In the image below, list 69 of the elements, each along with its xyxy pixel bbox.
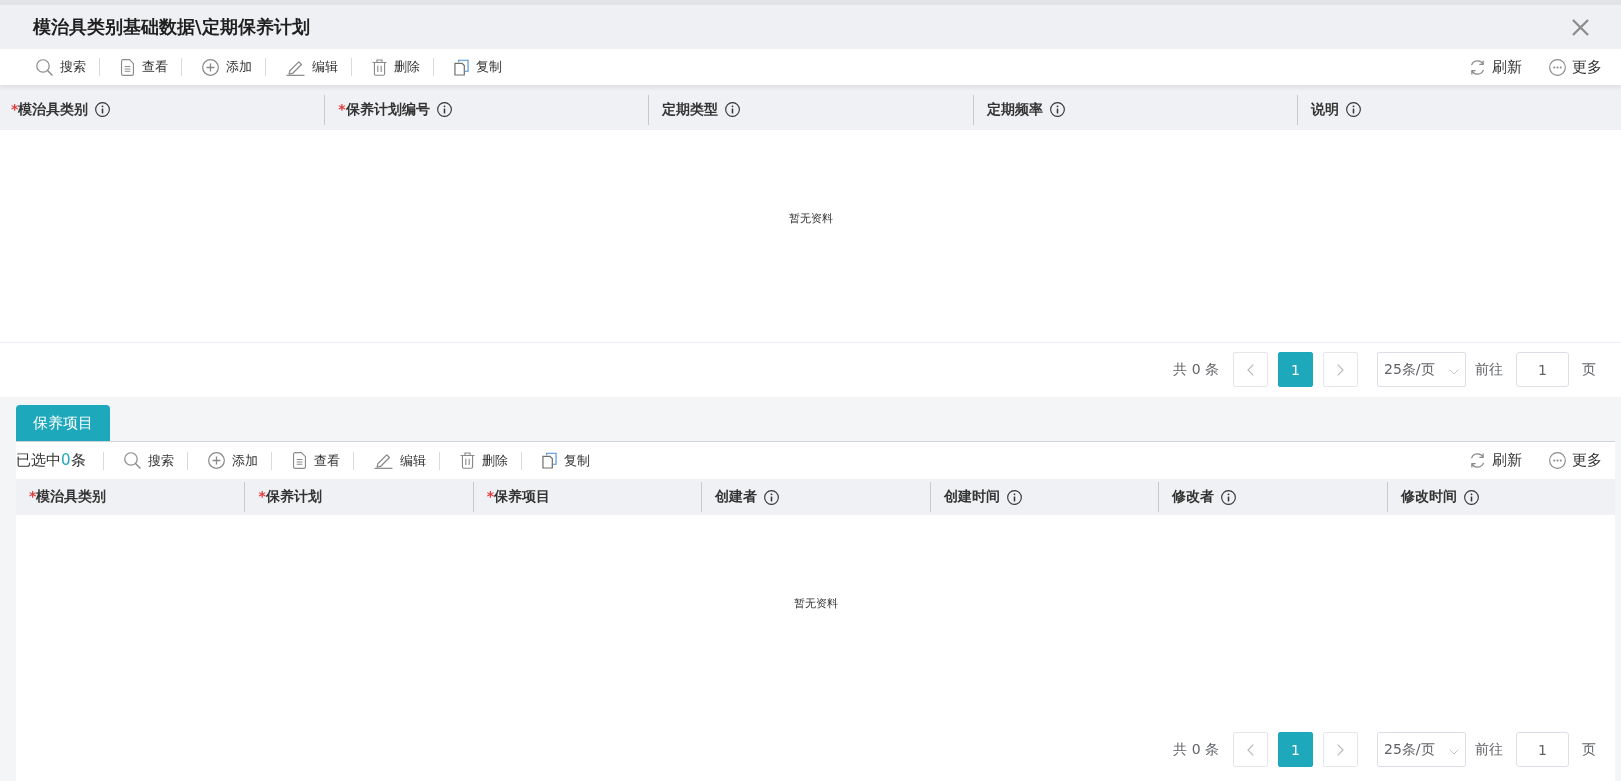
- page-unit-label: 页: [1582, 740, 1596, 759]
- chevron-left-icon: [1247, 743, 1254, 756]
- selection-count: 已选中0条: [16, 451, 86, 470]
- column-header[interactable]: 修改者: [1172, 488, 1215, 506]
- edit-button[interactable]: 编辑: [373, 451, 426, 470]
- caret-icon: [1449, 368, 1459, 375]
- search-button[interactable]: 搜索: [123, 451, 174, 470]
- search-icon: [123, 452, 141, 469]
- column-header[interactable]: 定期频率: [986, 100, 1043, 119]
- column-header[interactable]: 定期类型: [662, 100, 719, 119]
- pencil-icon: [286, 58, 305, 76]
- more-icon: [1549, 58, 1566, 76]
- goto-label: 前往: [1475, 360, 1503, 379]
- copy-icon: [541, 452, 557, 469]
- empty-message: 暂无资料: [793, 596, 838, 611]
- refresh-button[interactable]: 刷新: [1469, 57, 1522, 77]
- column-header[interactable]: 创建时间: [943, 488, 1000, 506]
- column-header[interactable]: *保养计划编号: [338, 100, 430, 119]
- copy-button[interactable]: 复制: [541, 451, 590, 470]
- chevron-right-icon: [1337, 363, 1344, 376]
- chevron-right-icon: [1337, 743, 1344, 756]
- total-count: 共 0 条: [1173, 740, 1219, 759]
- column-header[interactable]: *保养计划: [258, 488, 322, 506]
- delete-button[interactable]: 删除: [372, 58, 420, 76]
- column-header[interactable]: 说明: [1310, 100, 1339, 119]
- page-size-select[interactable]: 25条/页: [1377, 352, 1466, 387]
- close-icon[interactable]: [1572, 18, 1589, 36]
- search-button[interactable]: 搜索: [36, 58, 86, 76]
- search-icon: [36, 58, 53, 76]
- pencil-icon: [373, 452, 393, 469]
- plus-circle-icon: [202, 58, 219, 76]
- column-header[interactable]: *模治具类别: [11, 100, 89, 119]
- page-unit-label: 页: [1582, 360, 1596, 379]
- add-button[interactable]: 添加: [207, 451, 258, 470]
- next-page-button[interactable]: [1323, 352, 1358, 387]
- edit-button[interactable]: 编辑: [286, 58, 338, 76]
- trash-icon: [372, 58, 387, 76]
- copy-icon: [454, 58, 469, 76]
- document-icon: [291, 452, 307, 469]
- page-number-field[interactable]: 1: [1516, 732, 1569, 767]
- column-header[interactable]: 创建者: [715, 488, 758, 506]
- page-number-field[interactable]: 1: [1516, 352, 1569, 387]
- column-header[interactable]: 修改时间: [1400, 488, 1457, 506]
- refresh-button[interactable]: 刷新: [1469, 451, 1522, 470]
- goto-label: 前往: [1475, 740, 1503, 759]
- add-button[interactable]: 添加: [202, 58, 252, 76]
- empty-message: 暂无资料: [788, 211, 833, 226]
- previous-page-button[interactable]: [1233, 732, 1268, 767]
- previous-page-button[interactable]: [1233, 352, 1268, 387]
- view-button[interactable]: 查看: [120, 58, 168, 76]
- more-button[interactable]: 更多: [1549, 57, 1602, 77]
- document-icon: [120, 58, 135, 76]
- window-title: 模治具类别基础数据\定期保养计划: [33, 15, 310, 39]
- view-button[interactable]: 查看: [291, 451, 340, 470]
- column-header[interactable]: *模治具类别: [29, 488, 107, 506]
- total-count: 共 0 条: [1173, 360, 1219, 379]
- more-button[interactable]: 更多: [1549, 451, 1602, 470]
- chevron-left-icon: [1247, 363, 1254, 376]
- page-size-select[interactable]: 25条/页: [1377, 732, 1466, 767]
- caret-icon: [1449, 748, 1459, 755]
- refresh-icon: [1469, 58, 1486, 76]
- plus-circle-icon: [207, 452, 225, 469]
- more-icon: [1549, 452, 1566, 469]
- delete-button[interactable]: 删除: [459, 451, 508, 470]
- trash-icon: [459, 452, 475, 469]
- copy-button[interactable]: 复制: [454, 58, 502, 76]
- next-page-button[interactable]: [1323, 732, 1358, 767]
- refresh-icon: [1469, 452, 1486, 469]
- column-header[interactable]: *保养项目: [486, 488, 551, 506]
